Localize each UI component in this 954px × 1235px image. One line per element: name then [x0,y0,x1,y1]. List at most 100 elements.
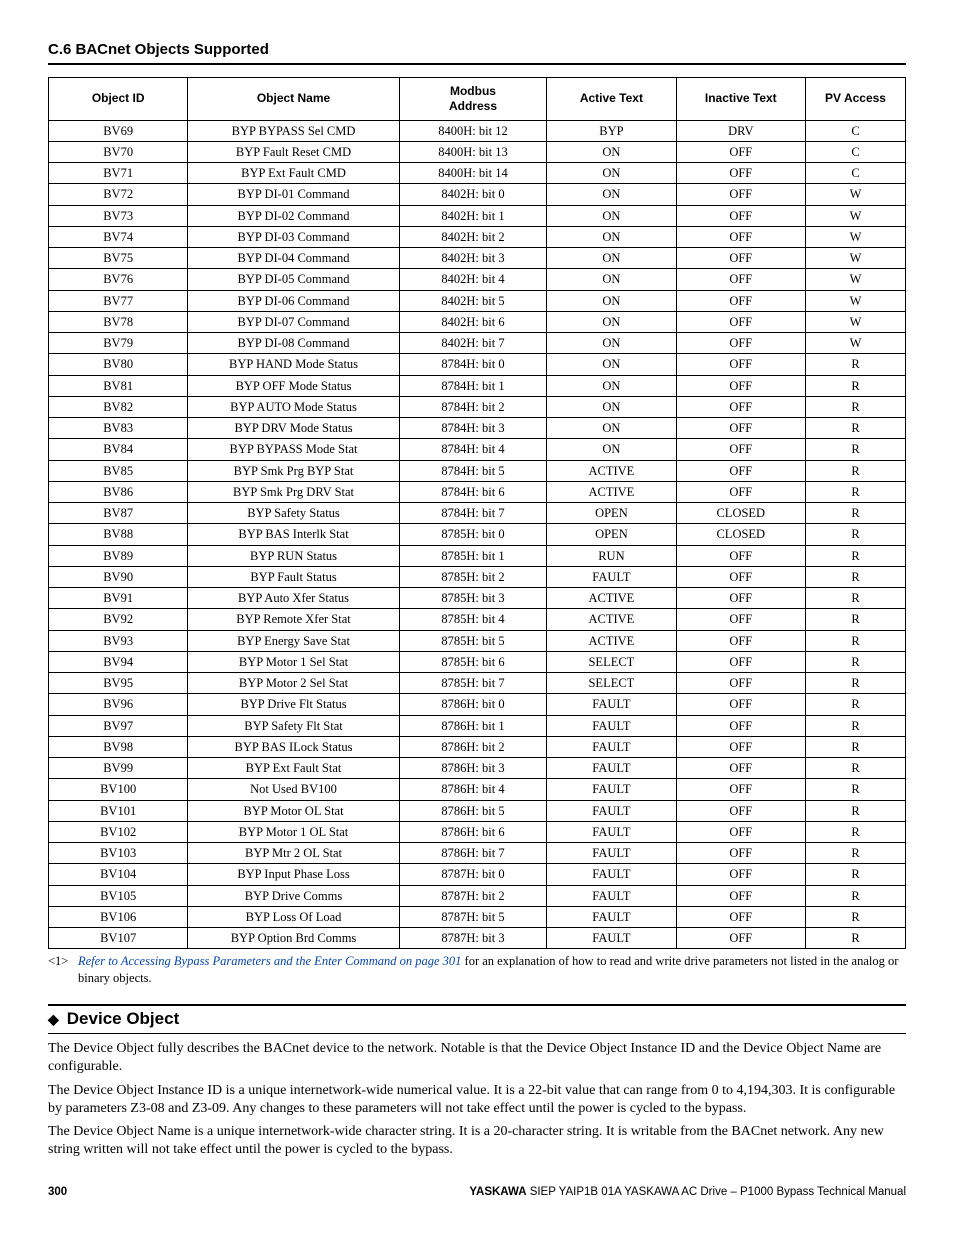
table-cell: OFF [676,566,806,587]
footnote-link[interactable]: Refer to Accessing Bypass Parameters and… [78,954,461,968]
table-cell: BYP DI-07 Command [188,311,399,332]
th-modbus-address: ModbusAddress [399,77,547,120]
table-cell: OFF [676,821,806,842]
table-cell: BV69 [49,120,188,141]
table-row: BV74BYP DI-03 Command8402H: bit 2ONOFFW [49,226,906,247]
table-cell: ACTIVE [547,481,676,502]
table-row: BV101BYP Motor OL Stat8786H: bit 5FAULTO… [49,800,906,821]
table-row: BV81BYP OFF Mode Status8784H: bit 1ONOFF… [49,375,906,396]
table-cell: OFF [676,758,806,779]
diamond-icon: ◆ [48,1012,59,1026]
table-cell: OFF [676,141,806,162]
table-cell: BV99 [49,758,188,779]
table-cell: W [806,333,906,354]
table-cell: 8784H: bit 3 [399,418,547,439]
table-cell: ON [547,184,676,205]
table-cell: BV96 [49,694,188,715]
table-cell: OFF [676,396,806,417]
table-cell: BYP BAS ILock Status [188,736,399,757]
table-cell: R [806,821,906,842]
table-cell: 8400H: bit 13 [399,141,547,162]
footnote-text: Refer to Accessing Bypass Parameters and… [78,953,906,986]
table-cell: ON [547,226,676,247]
table-cell: R [806,843,906,864]
table-row: BV75BYP DI-04 Command8402H: bit 3ONOFFW [49,248,906,269]
table-footnote: <1> Refer to Accessing Bypass Parameters… [48,953,906,986]
table-cell: BYP DI-08 Command [188,333,399,354]
table-cell: 8786H: bit 3 [399,758,547,779]
table-cell: BYP [547,120,676,141]
table-cell: BV74 [49,226,188,247]
table-cell: CLOSED [676,503,806,524]
table-row: BV96BYP Drive Flt Status8786H: bit 0FAUL… [49,694,906,715]
table-row: BV84BYP BYPASS Mode Stat8784H: bit 4ONOF… [49,439,906,460]
table-row: BV88BYP BAS Interlk Stat8785H: bit 0OPEN… [49,524,906,545]
table-cell: BYP Motor 1 OL Stat [188,821,399,842]
th-active-text: Active Text [547,77,676,120]
table-cell: OFF [676,163,806,184]
table-cell: OFF [676,290,806,311]
table-cell: 8402H: bit 7 [399,333,547,354]
table-cell: 8402H: bit 0 [399,184,547,205]
table-cell: R [806,928,906,949]
footnote-mark: <1> [48,953,78,986]
table-cell: BYP Remote Xfer Stat [188,609,399,630]
table-cell: BYP BYPASS Sel CMD [188,120,399,141]
table-row: BV78BYP DI-07 Command8402H: bit 6ONOFFW [49,311,906,332]
table-cell: BV72 [49,184,188,205]
table-cell: BYP OFF Mode Status [188,375,399,396]
table-cell: BYP RUN Status [188,545,399,566]
table-cell: OFF [676,736,806,757]
table-cell: BV94 [49,651,188,672]
table-cell: BV70 [49,141,188,162]
table-cell: BV92 [49,609,188,630]
table-cell: 8785H: bit 4 [399,609,547,630]
table-cell: SELECT [547,673,676,694]
table-cell: FAULT [547,736,676,757]
table-cell: 8400H: bit 12 [399,120,547,141]
table-cell: OFF [676,885,806,906]
device-paragraph-3: The Device Object Name is a unique inter… [48,1123,906,1159]
brand: YASKAWA [469,1186,526,1198]
table-cell: BV81 [49,375,188,396]
table-cell: R [806,630,906,651]
table-cell: BYP DI-04 Command [188,248,399,269]
table-cell: OFF [676,248,806,269]
table-cell: ON [547,205,676,226]
table-cell: BYP Fault Status [188,566,399,587]
table-cell: BYP Motor OL Stat [188,800,399,821]
table-row: BV99BYP Ext Fault Stat8786H: bit 3FAULTO… [49,758,906,779]
table-cell: FAULT [547,928,676,949]
table-cell: BV90 [49,566,188,587]
table-cell: BV82 [49,396,188,417]
table-cell: OFF [676,906,806,927]
table-cell: 8786H: bit 2 [399,736,547,757]
table-cell: C [806,120,906,141]
table-cell: 8785H: bit 3 [399,588,547,609]
table-cell: R [806,396,906,417]
table-row: BV91BYP Auto Xfer Status8785H: bit 3ACTI… [49,588,906,609]
table-cell: ON [547,248,676,269]
table-cell: R [806,545,906,566]
table-cell: BYP AUTO Mode Status [188,396,399,417]
table-cell: W [806,269,906,290]
table-cell: 8402H: bit 1 [399,205,547,226]
table-row: BV104BYP Input Phase Loss8787H: bit 0FAU… [49,864,906,885]
table-cell: FAULT [547,821,676,842]
table-cell: BV97 [49,715,188,736]
table-row: BV80BYP HAND Mode Status8784H: bit 0ONOF… [49,354,906,375]
table-cell: FAULT [547,864,676,885]
table-cell: BYP Drive Comms [188,885,399,906]
table-cell: OFF [676,418,806,439]
table-cell: FAULT [547,843,676,864]
table-cell: C [806,141,906,162]
table-cell: R [806,439,906,460]
table-cell: OFF [676,630,806,651]
table-cell: 8787H: bit 3 [399,928,547,949]
table-cell: OFF [676,588,806,609]
table-cell: 8786H: bit 0 [399,694,547,715]
table-cell: BYP Smk Prg DRV Stat [188,481,399,502]
table-cell: BV88 [49,524,188,545]
table-cell: OFF [676,333,806,354]
table-cell: OFF [676,800,806,821]
